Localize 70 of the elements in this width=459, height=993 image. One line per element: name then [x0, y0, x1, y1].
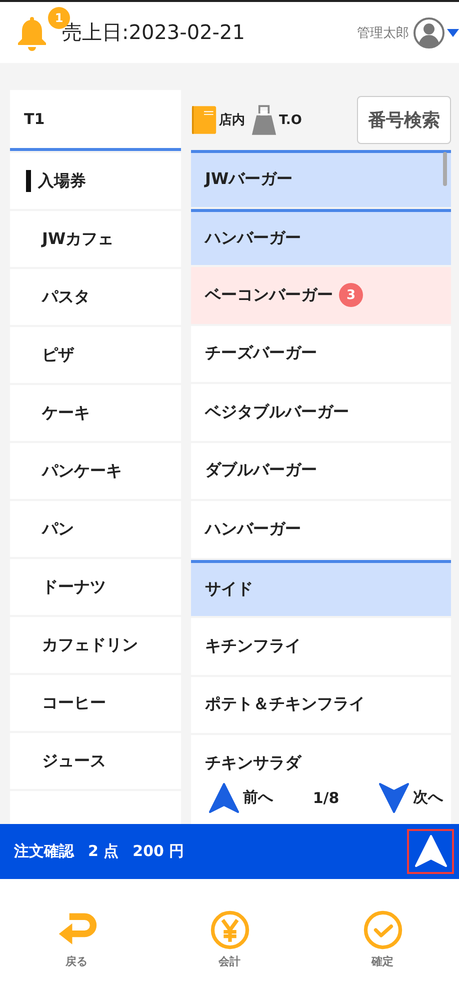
take-out-label[interactable]: T.O	[279, 112, 302, 128]
up-arrow-icon[interactable]	[209, 782, 239, 813]
user-name: 管理太郎	[357, 24, 409, 42]
menu-item[interactable]: チキンサラダ	[191, 735, 451, 772]
order-quantity: 2 点	[88, 842, 119, 861]
number-search-button[interactable]: 番号検索	[357, 96, 451, 144]
category-item[interactable]: ドーナツ	[10, 559, 181, 616]
dine-in-label[interactable]: 店内	[219, 111, 245, 130]
expand-button[interactable]	[407, 828, 454, 874]
category-label: コーヒー	[42, 692, 106, 714]
item-name: ダブルバーガー	[205, 460, 317, 482]
category-label: ピザ	[42, 344, 74, 366]
item-name: チキンサラダ	[205, 752, 301, 772]
nav-label[interactable]: 会計	[218, 954, 240, 968]
next-link[interactable]: 次へ	[412, 788, 443, 808]
category-label: JWカフェ	[42, 228, 114, 250]
table-label: T1	[10, 90, 181, 152]
category-label: 入場券	[38, 170, 86, 192]
menu-item[interactable]: キチンフライ	[191, 618, 451, 675]
nav-label[interactable]: 戻る	[66, 954, 88, 968]
category-item[interactable]: ピザ	[10, 327, 181, 384]
group-title: ハンバーガー	[205, 228, 301, 249]
avatar-icon[interactable]	[413, 16, 445, 49]
category-item[interactable]: ケーキ	[10, 385, 181, 442]
down-arrow-icon[interactable]	[378, 782, 409, 813]
category-label: ジュース	[42, 750, 106, 772]
group-title: JWバーガー	[205, 169, 293, 190]
scrollbar-thumb[interactable]	[443, 152, 447, 186]
previous-link[interactable]: 前へ	[243, 788, 273, 808]
order-total: 200 円	[132, 842, 184, 861]
item-name: ハンバーガー	[205, 518, 301, 540]
category-label: パンケーキ	[42, 460, 122, 482]
bag-icon[interactable]	[251, 104, 277, 136]
category-item[interactable]: コーヒー	[10, 675, 181, 732]
item-name: キチンフライ	[205, 636, 301, 657]
notebook-icon[interactable]	[191, 104, 217, 136]
category-item[interactable]: パン	[10, 501, 181, 558]
menu-item[interactable]: チーズバーガー	[191, 326, 451, 382]
item-name: ポテト＆チキンフライ	[205, 694, 365, 716]
category-item[interactable]: パスタ	[10, 269, 181, 326]
menu-item[interactable]: ベーコンバーガー 3	[191, 267, 451, 324]
category-item[interactable]: カフェドリン	[10, 617, 181, 674]
menu-item[interactable]: ダブルバーガー	[191, 442, 451, 500]
menu-item[interactable]: ハンバーガー	[191, 208, 451, 266]
order-title: 注文確認	[14, 842, 74, 861]
menu-item[interactable]: JWバーガー	[191, 150, 451, 207]
count-badge: 3	[339, 283, 363, 308]
caret-icon[interactable]	[447, 28, 459, 38]
category-label: ケーキ	[42, 402, 90, 424]
category-item[interactable]: ジュース	[10, 733, 181, 790]
category-label: ドーナツ	[42, 576, 106, 598]
item-name: チーズバーガー	[205, 343, 317, 364]
category-item[interactable]: パンケーキ	[10, 443, 181, 500]
bell-icon[interactable]	[16, 14, 48, 51]
item-name: ベーコンバーガー	[205, 284, 333, 306]
menu-item[interactable]: ポテト＆チキンフライ	[191, 676, 451, 734]
nav-label[interactable]: 確定	[372, 954, 394, 968]
group-title: サイド	[205, 578, 253, 600]
yen-icon[interactable]	[208, 910, 250, 950]
item-name: ベジタブルバーガー	[205, 402, 349, 423]
category-label: パスタ	[42, 286, 90, 308]
category-item[interactable]: JWカフェ	[10, 211, 181, 268]
category-label: パン	[42, 518, 74, 540]
category-label: カフェドリン	[42, 634, 138, 656]
category-item[interactable]: 入場券	[10, 153, 181, 210]
page-indicator: 1/8	[312, 788, 340, 807]
menu-item[interactable]: ベジタブルバーガー	[191, 384, 451, 441]
menu-item[interactable]: サイド	[191, 560, 451, 616]
check-icon[interactable]	[362, 910, 404, 950]
menu-item[interactable]: ハンバーガー	[191, 501, 451, 558]
